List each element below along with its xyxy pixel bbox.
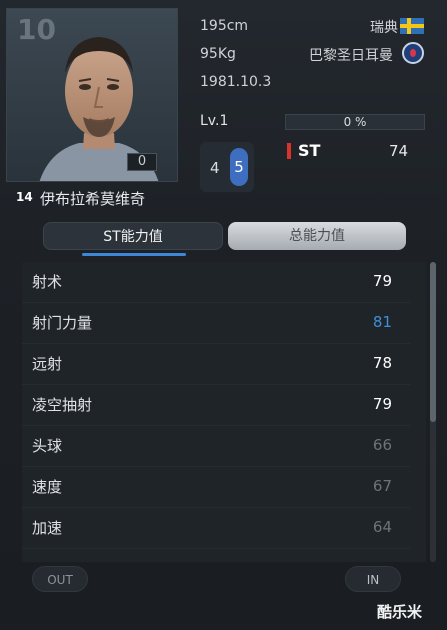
stats-list[interactable]: 射术 79 射门力量 81 远射 78 凌空抽射 79 头球 66 速度 67 加速 64: [22, 262, 426, 562]
out-button[interactable]: OUT: [32, 566, 88, 592]
stat-label: 加速: [32, 519, 63, 537]
scroll-thumb[interactable]: [430, 262, 436, 422]
xp-percent: 0 %: [343, 115, 367, 129]
stat-value: 81: [372, 313, 392, 331]
tab-total-stats[interactable]: 总能力值: [228, 222, 406, 250]
tab-st-stats[interactable]: ST能力值: [43, 222, 223, 250]
birthdate: 1981.10.3: [200, 74, 272, 90]
stat-label: 凌空抽射: [32, 396, 93, 414]
position-rating: 74: [389, 142, 409, 160]
stat-row[interactable]: 加速 64: [22, 508, 410, 549]
position-marker-icon: [287, 143, 291, 159]
player-detail-panel: 10 0 14 伊布拉希莫维奇 195cm 95Kg 1981.10.3 瑞典 …: [0, 0, 447, 630]
stat-value: 79: [372, 272, 392, 290]
stat-label: 射术: [32, 273, 63, 291]
stat-label: 射门力量: [32, 314, 93, 332]
sweden-flag-icon: [400, 18, 424, 34]
watermark: 酷乐米: [377, 603, 423, 621]
weight: 95Kg: [200, 46, 236, 62]
in-button[interactable]: IN: [345, 566, 401, 592]
player-card[interactable]: 10 0: [6, 8, 178, 182]
strong-foot-value: 5: [230, 148, 248, 186]
position-number: 14: [16, 190, 33, 204]
weak-foot-value: 4: [210, 159, 220, 177]
stat-value: 66: [372, 436, 392, 454]
nation-name: 瑞典: [370, 20, 398, 36]
active-tab-indicator: [82, 253, 186, 256]
stat-label: 头球: [32, 437, 63, 455]
stat-value: 78: [372, 354, 392, 372]
stat-row[interactable]: 射术 79: [22, 262, 410, 303]
stat-row[interactable]: 远射 78: [22, 344, 410, 385]
stat-value: 79: [372, 395, 392, 413]
stat-label: 速度: [32, 478, 63, 496]
stat-value: 64: [372, 518, 392, 536]
xp-bar: 0 %: [285, 114, 425, 130]
stat-row[interactable]: 射门力量 81: [22, 303, 410, 344]
position-label: ST: [298, 141, 321, 160]
player-name: 伊布拉希莫维奇: [40, 190, 146, 208]
stat-row[interactable]: 速度 67: [22, 467, 410, 508]
stat-row[interactable]: 头球 66: [22, 426, 410, 467]
club-name: 巴黎圣日耳曼: [309, 48, 393, 64]
stat-row[interactable]: 凌空抽射 79: [22, 385, 410, 426]
stat-value: 67: [372, 477, 392, 495]
stats-scrollbar[interactable]: [430, 262, 436, 562]
height: 195cm: [200, 18, 249, 34]
ovr-box: 0: [127, 153, 157, 171]
level: Lv.1: [200, 113, 229, 129]
foot-indicator: 4 5: [200, 142, 254, 192]
stat-label: 远射: [32, 355, 63, 373]
psg-badge-icon: [402, 42, 424, 64]
